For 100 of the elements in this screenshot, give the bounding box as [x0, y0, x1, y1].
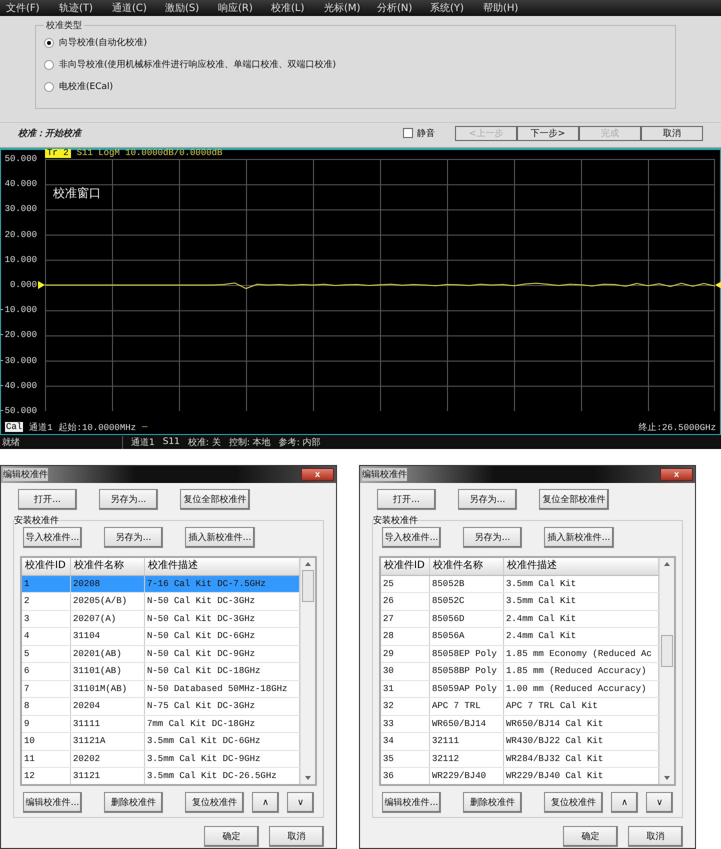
ok-button[interactable]: 确定: [204, 826, 259, 847]
dialog-button[interactable]: 导入校准件...: [23, 527, 82, 548]
scroll-up-icon[interactable]: [305, 562, 311, 566]
wizard-button[interactable]: 下一步>: [517, 126, 579, 140]
table-cell: 85058BP Poly: [430, 663, 504, 680]
table-row[interactable]: 32 APC 7 TRL APC 7 TRL Cal Kit: [381, 698, 659, 716]
dialog-button[interactable]: 另存为...: [99, 489, 158, 510]
menu-item[interactable]: 响应(R): [218, 1, 271, 15]
dialog-button[interactable]: 复位校准件: [544, 792, 603, 813]
dialog-button[interactable]: 复位全部校准件: [539, 489, 609, 510]
dialog-title: 编辑校准件: [362, 468, 407, 481]
dialog-button[interactable]: 编辑校准件...: [23, 792, 82, 813]
dialog-button[interactable]: 复位全部校准件: [180, 489, 250, 510]
table-row[interactable]: 12 31121 3.5mm Cal Kit DC-26.5GHz: [22, 768, 300, 784]
table-row[interactable]: 1 20208 7-16 Cal Kit DC-7.5GHz: [22, 576, 300, 593]
dialog-button[interactable]: 删除校准件: [463, 792, 522, 813]
menu-item[interactable]: 光标(M): [324, 1, 377, 15]
table-cell: WR650/BJ14: [430, 716, 504, 732]
table-row[interactable]: 8 20204 N-75 Cal Kit DC-3GHz: [22, 698, 300, 716]
checkbox[interactable]: [403, 128, 413, 138]
dialog-button[interactable]: ∧: [611, 792, 638, 813]
dialog-button[interactable]: 复位校准件: [185, 792, 244, 813]
menu-item[interactable]: 激励(S): [165, 1, 218, 15]
table-row[interactable]: 27 85056D 2.4mm Cal Kit: [381, 610, 659, 628]
scroll-down-icon[interactable]: [664, 776, 670, 780]
radio-button[interactable]: [44, 60, 54, 70]
table-row[interactable]: 34 32111 WR430/BJ22 Cal Kit: [381, 733, 659, 750]
y-tick-label: 30.000: [4, 204, 37, 214]
dialog-button[interactable]: 打开...: [377, 489, 436, 510]
column-header[interactable]: 校准件ID: [22, 558, 71, 574]
trace-info: S11 LogM 10.0000dB/0.0000dB: [76, 149, 222, 158]
column-header[interactable]: 校准件ID: [381, 558, 430, 574]
dialog-button[interactable]: 删除校准件: [104, 792, 163, 813]
dialog-button[interactable]: 插入新校准件...: [544, 527, 614, 548]
table-row[interactable]: 29 85058EP Poly 1.85 mm Economy (Reduced Ac: [381, 646, 659, 663]
scroll-thumb[interactable]: [302, 570, 314, 602]
menu-item[interactable]: 帮助(H): [483, 1, 536, 15]
table-cell: 20208: [71, 576, 145, 592]
radio-button[interactable]: [44, 38, 54, 48]
scroll-thumb[interactable]: [661, 635, 673, 667]
scroll-up-icon[interactable]: [664, 562, 670, 566]
table-cell: APC 7 TRL: [430, 698, 504, 714]
close-button[interactable]: x: [660, 468, 693, 481]
table-row[interactable]: 30 85058BP Poly 1.85 mm (Reduced Accuracy): [381, 663, 659, 680]
table-cell: 2: [22, 593, 71, 610]
dialog-button[interactable]: 另存为...: [104, 527, 163, 548]
trace-label[interactable]: Tr 2: [45, 149, 71, 158]
menu-item[interactable]: 轨迹(T): [59, 1, 112, 15]
table-cell: 27: [381, 610, 430, 627]
menu-item[interactable]: 校准(L): [271, 1, 324, 15]
status-item: 校准: 关: [188, 436, 221, 448]
column-header[interactable]: 校准件名称: [71, 558, 145, 574]
table-cell: 36: [381, 768, 430, 784]
menu-item[interactable]: 通道(C): [112, 1, 165, 15]
dialog-button[interactable]: ∨: [646, 792, 673, 813]
table-row[interactable]: 35 32112 WR284/BJ32 Cal Kit: [381, 750, 659, 768]
close-button[interactable]: x: [301, 468, 334, 481]
table-cell: 31121A: [71, 733, 145, 750]
dialog-button[interactable]: 插入新校准件...: [185, 527, 255, 548]
table-cell: 12: [22, 768, 71, 784]
table-row[interactable]: 26 85052C 3.5mm Cal Kit: [381, 593, 659, 610]
ok-button[interactable]: 确定: [563, 826, 618, 847]
table-cell: 11: [22, 750, 71, 767]
table-row[interactable]: 10 31121A 3.5mm Cal Kit DC-6GHz: [22, 733, 300, 750]
table-row[interactable]: 2 20205(A/B) N-50 Cal Kit DC-3GHz: [22, 593, 300, 610]
menu-item[interactable]: 文件(F): [6, 1, 59, 15]
dialog-button[interactable]: 另存为...: [458, 489, 517, 510]
table-cell: 25: [381, 576, 430, 592]
dialog-button[interactable]: 打开...: [18, 489, 77, 510]
dialog-button[interactable]: ∨: [287, 792, 314, 813]
window-label: 校准窗口: [53, 185, 101, 202]
table-row[interactable]: 25 85052B 3.5mm Cal Kit: [381, 576, 659, 593]
dialog-button[interactable]: 编辑校准件...: [382, 792, 441, 813]
table-row[interactable]: 3 20207(A) N-50 Cal Kit DC-3GHz: [22, 610, 300, 628]
table-row[interactable]: 36 WR229/BJ40 WR229/BJ40 Cal Kit: [381, 768, 659, 784]
scrollbar[interactable]: [659, 558, 674, 784]
scrollbar[interactable]: [300, 558, 315, 784]
table-row[interactable]: 9 31111 7mm Cal Kit DC-18GHz: [22, 716, 300, 733]
table-row[interactable]: 7 31101M(AB) N-50 Databased 50MHz-18GHz: [22, 680, 300, 698]
wizard-button[interactable]: 取消: [641, 126, 703, 140]
table-row[interactable]: 6 31101(AB) N-50 Cal Kit DC-18GHz: [22, 663, 300, 680]
cancel-button[interactable]: 取消: [628, 826, 683, 847]
menu-item[interactable]: 分析(N): [377, 1, 430, 15]
radio-button[interactable]: [44, 82, 54, 92]
menu-item[interactable]: 系统(Y): [430, 1, 483, 15]
dialog-button[interactable]: ∧: [252, 792, 279, 813]
dialog-button[interactable]: 另存为...: [463, 527, 522, 548]
table-cell: 20207(A): [71, 610, 145, 627]
table-row[interactable]: 4 31104 N-50 Cal Kit DC-6GHz: [22, 628, 300, 646]
table-row[interactable]: 5 20201(AB) N-50 Cal Kit DC-9GHz: [22, 646, 300, 663]
scroll-down-icon[interactable]: [305, 776, 311, 780]
dialog-button[interactable]: 导入校准件...: [382, 527, 441, 548]
column-header[interactable]: 校准件名称: [430, 558, 504, 574]
cancel-button[interactable]: 取消: [269, 826, 324, 847]
table-row[interactable]: 28 85056A 2.4mm Cal Kit: [381, 628, 659, 646]
table-cell: 32111: [430, 733, 504, 750]
table-row[interactable]: 33 WR650/BJ14 WR650/BJ14 Cal Kit: [381, 716, 659, 733]
table-row[interactable]: 31 85059AP Poly 1.00 mm (Reduced Accuracy): [381, 680, 659, 698]
channel-label: 通道1: [29, 422, 53, 434]
table-row[interactable]: 11 20202 3.5mm Cal Kit DC-9GHz: [22, 750, 300, 768]
